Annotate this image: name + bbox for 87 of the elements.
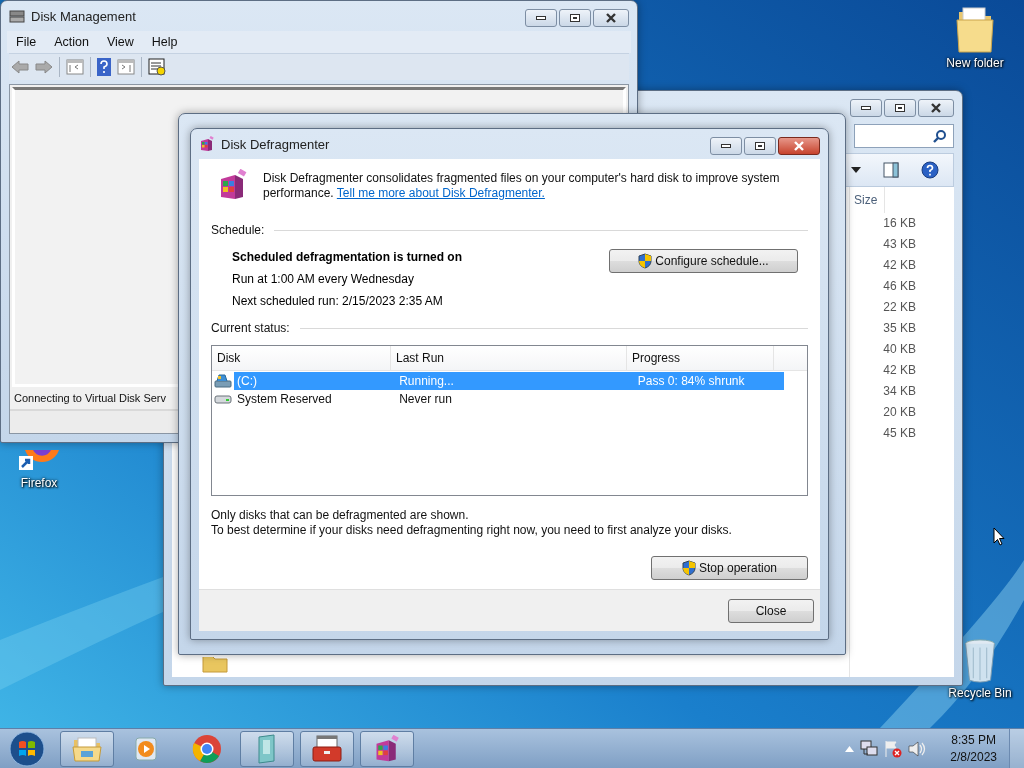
start-button[interactable] [8, 729, 46, 768]
defrag-icon [199, 136, 215, 152]
file-size: 43 KB [882, 236, 917, 253]
file-size: 46 KB [882, 278, 917, 295]
column-header[interactable]: Progress [626, 346, 775, 370]
window-title: Disk Defragmenter [221, 136, 330, 152]
schedule-text: Run at 1:00 AM every Wednesday [232, 271, 415, 287]
status-text: Connecting to Virtual Disk Serv [13, 391, 167, 406]
close-icon [605, 13, 617, 23]
network-icon[interactable] [860, 739, 879, 758]
folder-icon[interactable] [955, 6, 995, 54]
maximize-button[interactable] [744, 137, 776, 155]
column-header[interactable]: Last Run [390, 346, 627, 370]
menu-item[interactable]: Action [45, 35, 98, 49]
close-button[interactable]: Close [728, 598, 814, 623]
show-desktop-button[interactable] [1009, 728, 1024, 768]
device-icon [256, 733, 278, 764]
action-center-icon[interactable] [884, 739, 903, 758]
taskbar-button[interactable] [240, 730, 294, 767]
drive-icon [214, 374, 232, 388]
window-title: Disk Management [31, 8, 136, 24]
file-size: 22 KB [882, 299, 917, 316]
close-icon [793, 141, 805, 151]
toolbox-icon [311, 734, 343, 763]
file-size: 45 KB [882, 425, 917, 442]
schedule-status: Scheduled defragmentation is turned on [232, 249, 463, 265]
section-label: Current status: [211, 321, 290, 335]
column-header[interactable]: Disk [212, 346, 391, 370]
close-icon [930, 103, 942, 113]
help-icon[interactable] [921, 161, 939, 179]
shield-icon [681, 560, 696, 576]
file-size: 35 KB [882, 320, 917, 337]
schedule-text: Next scheduled run: 2/15/2023 2:35 AM [232, 293, 444, 309]
file-size: 20 KB [882, 404, 917, 421]
minimize-button[interactable] [850, 99, 882, 117]
file-size: 34 KB [882, 383, 917, 400]
play-icon [134, 735, 160, 762]
taskbar-button[interactable] [360, 730, 414, 767]
description-text: Disk Defragmenter consolidates fragmented files on your computer's hard disk to improve system performance. Tell me more about Disk Defragmenter. [263, 171, 781, 201]
shield-icon [638, 253, 653, 269]
dropdown-arrow-icon[interactable] [851, 167, 861, 173]
note-text: To best determine if your disks need defragmenting right now, you need to first analyze your disks. [211, 523, 733, 538]
menu-item[interactable]: File [7, 35, 46, 49]
minimize-button[interactable] [710, 137, 742, 155]
minimize-icon [861, 106, 871, 110]
folder-icon [72, 735, 102, 762]
clock-date[interactable]: 2/8/2023 [950, 748, 997, 766]
column-header[interactable]: Size [850, 187, 885, 213]
help-icon[interactable] [97, 58, 111, 76]
file-size: 42 KB [882, 362, 917, 379]
maximize-button[interactable] [884, 99, 916, 117]
search-icon [933, 129, 947, 143]
desktop-icon-label[interactable]: New folder [946, 56, 1004, 70]
note-text: Only disks that can be defragmented are shown. [211, 508, 470, 523]
menu-item[interactable]: Help [142, 35, 187, 49]
disk-icon [9, 8, 25, 24]
desktop-icon-label[interactable]: Recycle Bin [948, 686, 1012, 700]
search-field[interactable] [854, 124, 954, 148]
preview-pane-icon[interactable] [883, 162, 899, 178]
volume-icon[interactable] [908, 739, 927, 758]
mouse-pointer-icon [993, 527, 1005, 546]
close-button[interactable] [918, 99, 954, 117]
restore-icon [570, 14, 580, 22]
properties-icon[interactable] [148, 58, 166, 76]
restore-icon [755, 142, 765, 150]
minimize-button[interactable] [525, 9, 557, 27]
close-button[interactable] [593, 9, 629, 27]
clock-time[interactable]: 8:35 PM [951, 731, 996, 749]
help-link[interactable]: Tell me more about Disk Defragmenter. [336, 186, 545, 200]
taskbar-button[interactable] [300, 730, 354, 767]
maximize-button[interactable] [559, 9, 591, 27]
browser-icon [192, 733, 222, 764]
recycle-bin-icon[interactable] [963, 638, 997, 684]
file-size: 16 KB [882, 215, 917, 232]
restore-icon [895, 104, 905, 112]
disk-row[interactable]: System Reserved Never run [234, 390, 784, 408]
taskbar-button[interactable] [60, 730, 114, 767]
minimize-icon [536, 16, 546, 20]
section-label: Schedule: [211, 223, 265, 237]
close-button[interactable] [778, 137, 820, 155]
file-size: 42 KB [882, 257, 917, 274]
stop-operation-button[interactable]: Stop operation [651, 556, 808, 580]
file-size: 40 KB [882, 341, 917, 358]
menu-item[interactable]: View [97, 35, 143, 49]
configure-schedule-button[interactable]: Configure schedule... [609, 249, 798, 273]
drive-icon [214, 394, 232, 404]
minimize-icon [721, 144, 731, 148]
